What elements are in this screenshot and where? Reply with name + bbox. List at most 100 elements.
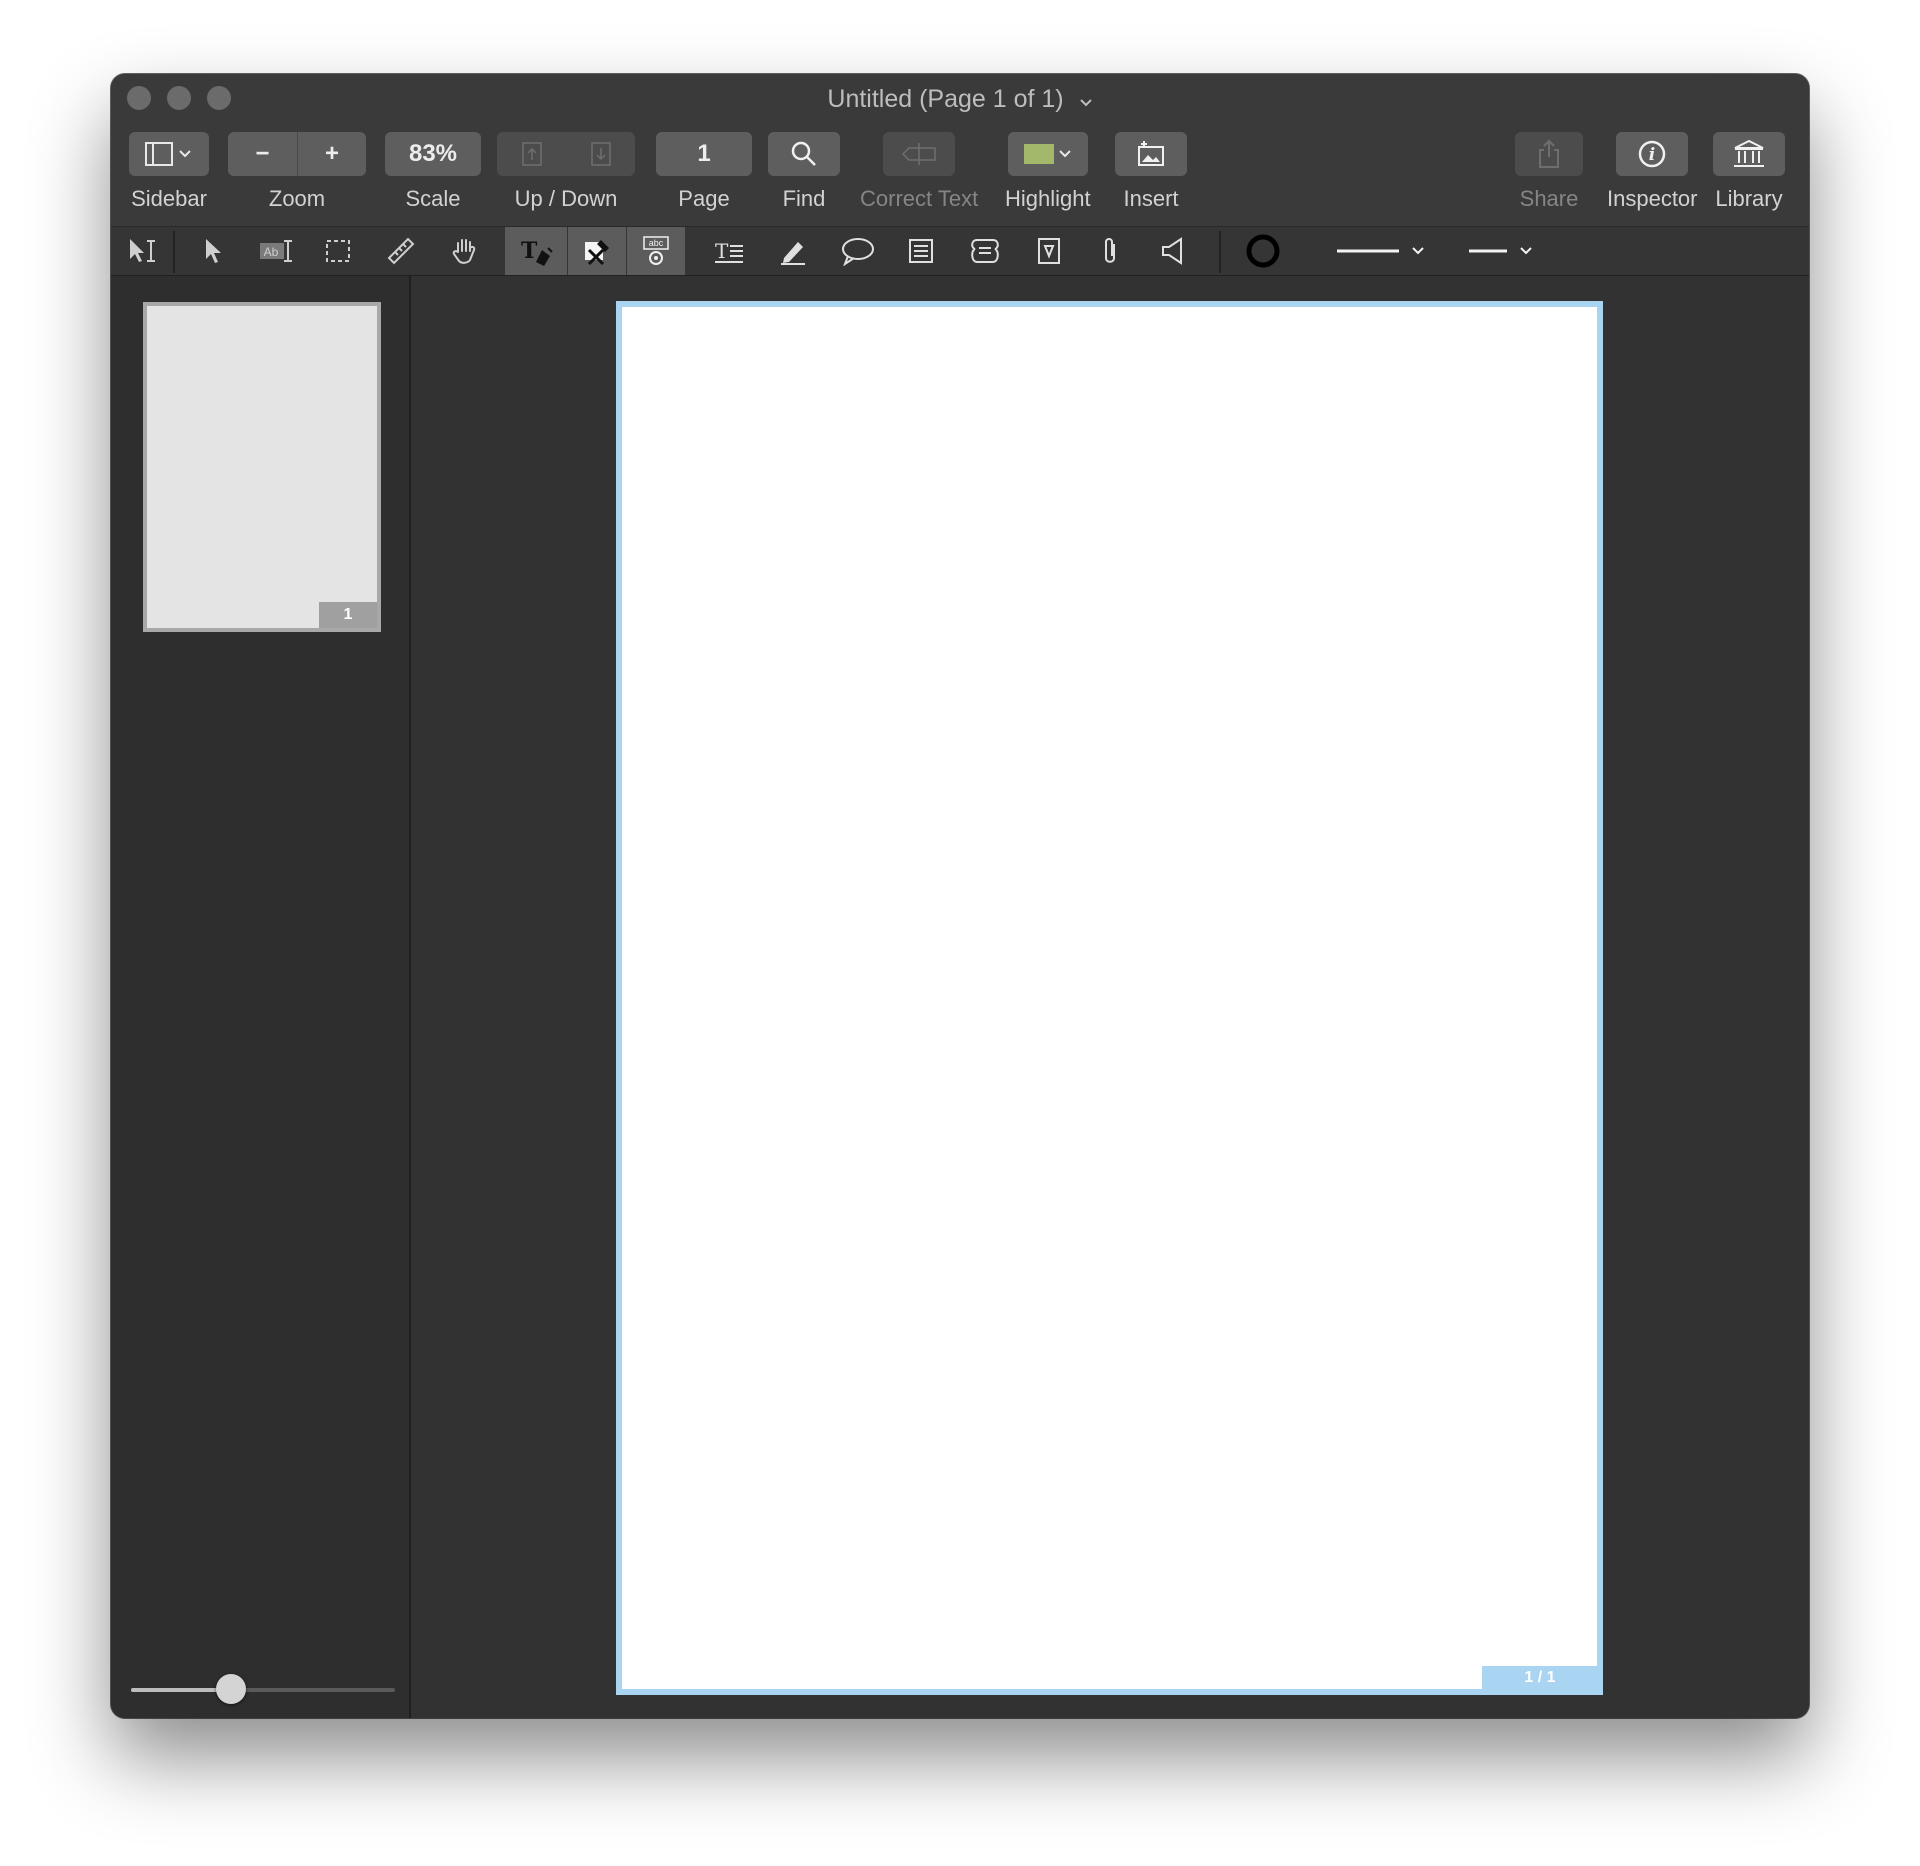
cloud-shape-icon [971,239,999,263]
typewriter-icon: T [521,238,553,266]
spellcheck-tool[interactable]: abc [627,227,685,275]
page-toolbar-group: 1 Page [656,132,752,212]
toolbar-divider [173,231,175,273]
zoom-in-button[interactable]: + [297,132,366,176]
library-button[interactable] [1713,132,1785,176]
zoom-out-button[interactable]: − [228,132,297,176]
page-thumbnails-sidebar: 1 [111,276,411,1718]
toolbar-divider [1219,231,1221,273]
updown-control [497,132,635,176]
correct-text-label: Correct Text [860,186,979,211]
pen-icon [781,242,805,265]
zoom-control: − + [228,132,366,176]
text-selection-icon: Ab [260,240,292,262]
page-up-button[interactable] [497,132,566,176]
correct-text-button[interactable] [883,132,955,176]
line-style-icon [1337,247,1424,255]
smart-selection-icon [130,239,155,262]
insert-image-icon [1138,141,1164,166]
share-toolbar-group: Share [1515,132,1583,212]
annotation-toolbar: Ab T abc T [111,226,1809,276]
zoom-label: Zoom [268,186,326,211]
measure-tool[interactable] [379,227,423,275]
document-view[interactable]: 1 / 1 [413,276,1809,1718]
pen-tool[interactable] [771,227,815,275]
document-page[interactable]: 1 / 1 [616,301,1603,1695]
arrow-pointer-icon [206,239,221,263]
redact-tool[interactable] [568,227,626,275]
sidebar-toolbar-group: Sidebar [129,132,209,212]
attachment-tool[interactable] [1089,227,1133,275]
highlight-label: Highlight [1005,186,1091,211]
correct-text-toolbar-group: Correct Text [860,132,978,212]
find-toolbar-group: Find [768,132,840,212]
correct-text-icon [902,143,936,165]
arrow-down-icon [591,142,611,166]
library-label: Library [1715,186,1783,211]
thumbnail-size-slider[interactable] [131,1674,395,1704]
smart-selection-tool[interactable] [123,227,163,275]
page-label: Page [678,186,730,211]
share-button[interactable] [1515,132,1583,176]
ruler-icon [387,237,415,265]
scale-field[interactable]: 83% [385,132,481,176]
note-icon [909,239,933,263]
insert-toolbar-group: Insert [1115,132,1187,212]
page-number-field[interactable]: 1 [656,132,752,176]
highlight-button[interactable] [1007,132,1088,176]
line-style-dropdown[interactable] [1333,227,1433,275]
typewriter-tool[interactable]: T [505,227,567,275]
speaker-icon [1162,237,1182,265]
share-icon [1539,139,1559,168]
svg-text:abc: abc [649,238,664,248]
updown-toolbar-group: Up / Down [497,132,635,212]
title-toolbar-area: Untitled (Page 1 of 1) Sidebar − + Zoom … [111,74,1809,226]
stroke-color-circle-icon [1246,234,1280,268]
sidebar-toggle-button[interactable] [129,132,209,176]
stroke-color-tool[interactable] [1241,227,1285,275]
highlight-toolbar-group: Highlight [1005,132,1091,212]
select-tool[interactable] [191,227,235,275]
text-box-tool[interactable]: T [705,227,755,275]
speech-bubble-icon [842,238,874,266]
text-box-icon: T [715,239,743,263]
window-title[interactable]: Untitled (Page 1 of 1) [111,82,1809,117]
find-button[interactable] [768,132,840,176]
shape-tool[interactable] [963,227,1007,275]
page-down-button[interactable] [566,132,635,176]
insert-label: Insert [1123,186,1179,211]
window-title-text: Untitled (Page 1 of 1) [827,85,1064,113]
spellcheck-icon: abc [643,236,669,265]
insert-button[interactable] [1115,132,1187,176]
inspector-toolbar-group: i Inspector [1607,132,1698,212]
library-icon [1734,139,1764,167]
stamp-tool[interactable] [1027,227,1071,275]
library-toolbar-group: Library [1713,132,1785,212]
rectangle-selection-tool[interactable] [316,227,360,275]
svg-text:i: i [1649,145,1655,165]
app-window: Untitled (Page 1 of 1) Sidebar − + Zoom … [111,74,1809,1718]
rectangle-selection-icon [326,240,350,262]
redact-icon [585,240,609,266]
svg-text:T: T [521,238,538,264]
sound-tool[interactable] [1151,227,1195,275]
hand-tool[interactable] [443,227,487,275]
sidebar-label: Sidebar [131,186,207,211]
svg-text:T: T [715,239,729,263]
note-tool[interactable] [899,227,943,275]
paperclip-icon [1105,238,1115,263]
chevron-down-icon [1079,83,1093,117]
page-thumbnail[interactable]: 1 [143,302,381,632]
inspector-button[interactable]: i [1616,132,1688,176]
svg-text:Ab: Ab [264,245,279,259]
scale-toolbar-group: 83% Scale [385,132,481,212]
speech-bubble-tool[interactable] [833,227,883,275]
page-thumbnail-image: 1 [147,306,377,628]
info-icon: i [1639,140,1666,168]
stamp-icon [1038,238,1060,264]
sidebar-icon [145,142,191,166]
slider-knob[interactable] [216,1674,247,1704]
line-width-dropdown[interactable] [1465,227,1545,275]
zoom-toolbar-group: − + Zoom [228,132,366,212]
text-selection-tool[interactable]: Ab [251,227,301,275]
